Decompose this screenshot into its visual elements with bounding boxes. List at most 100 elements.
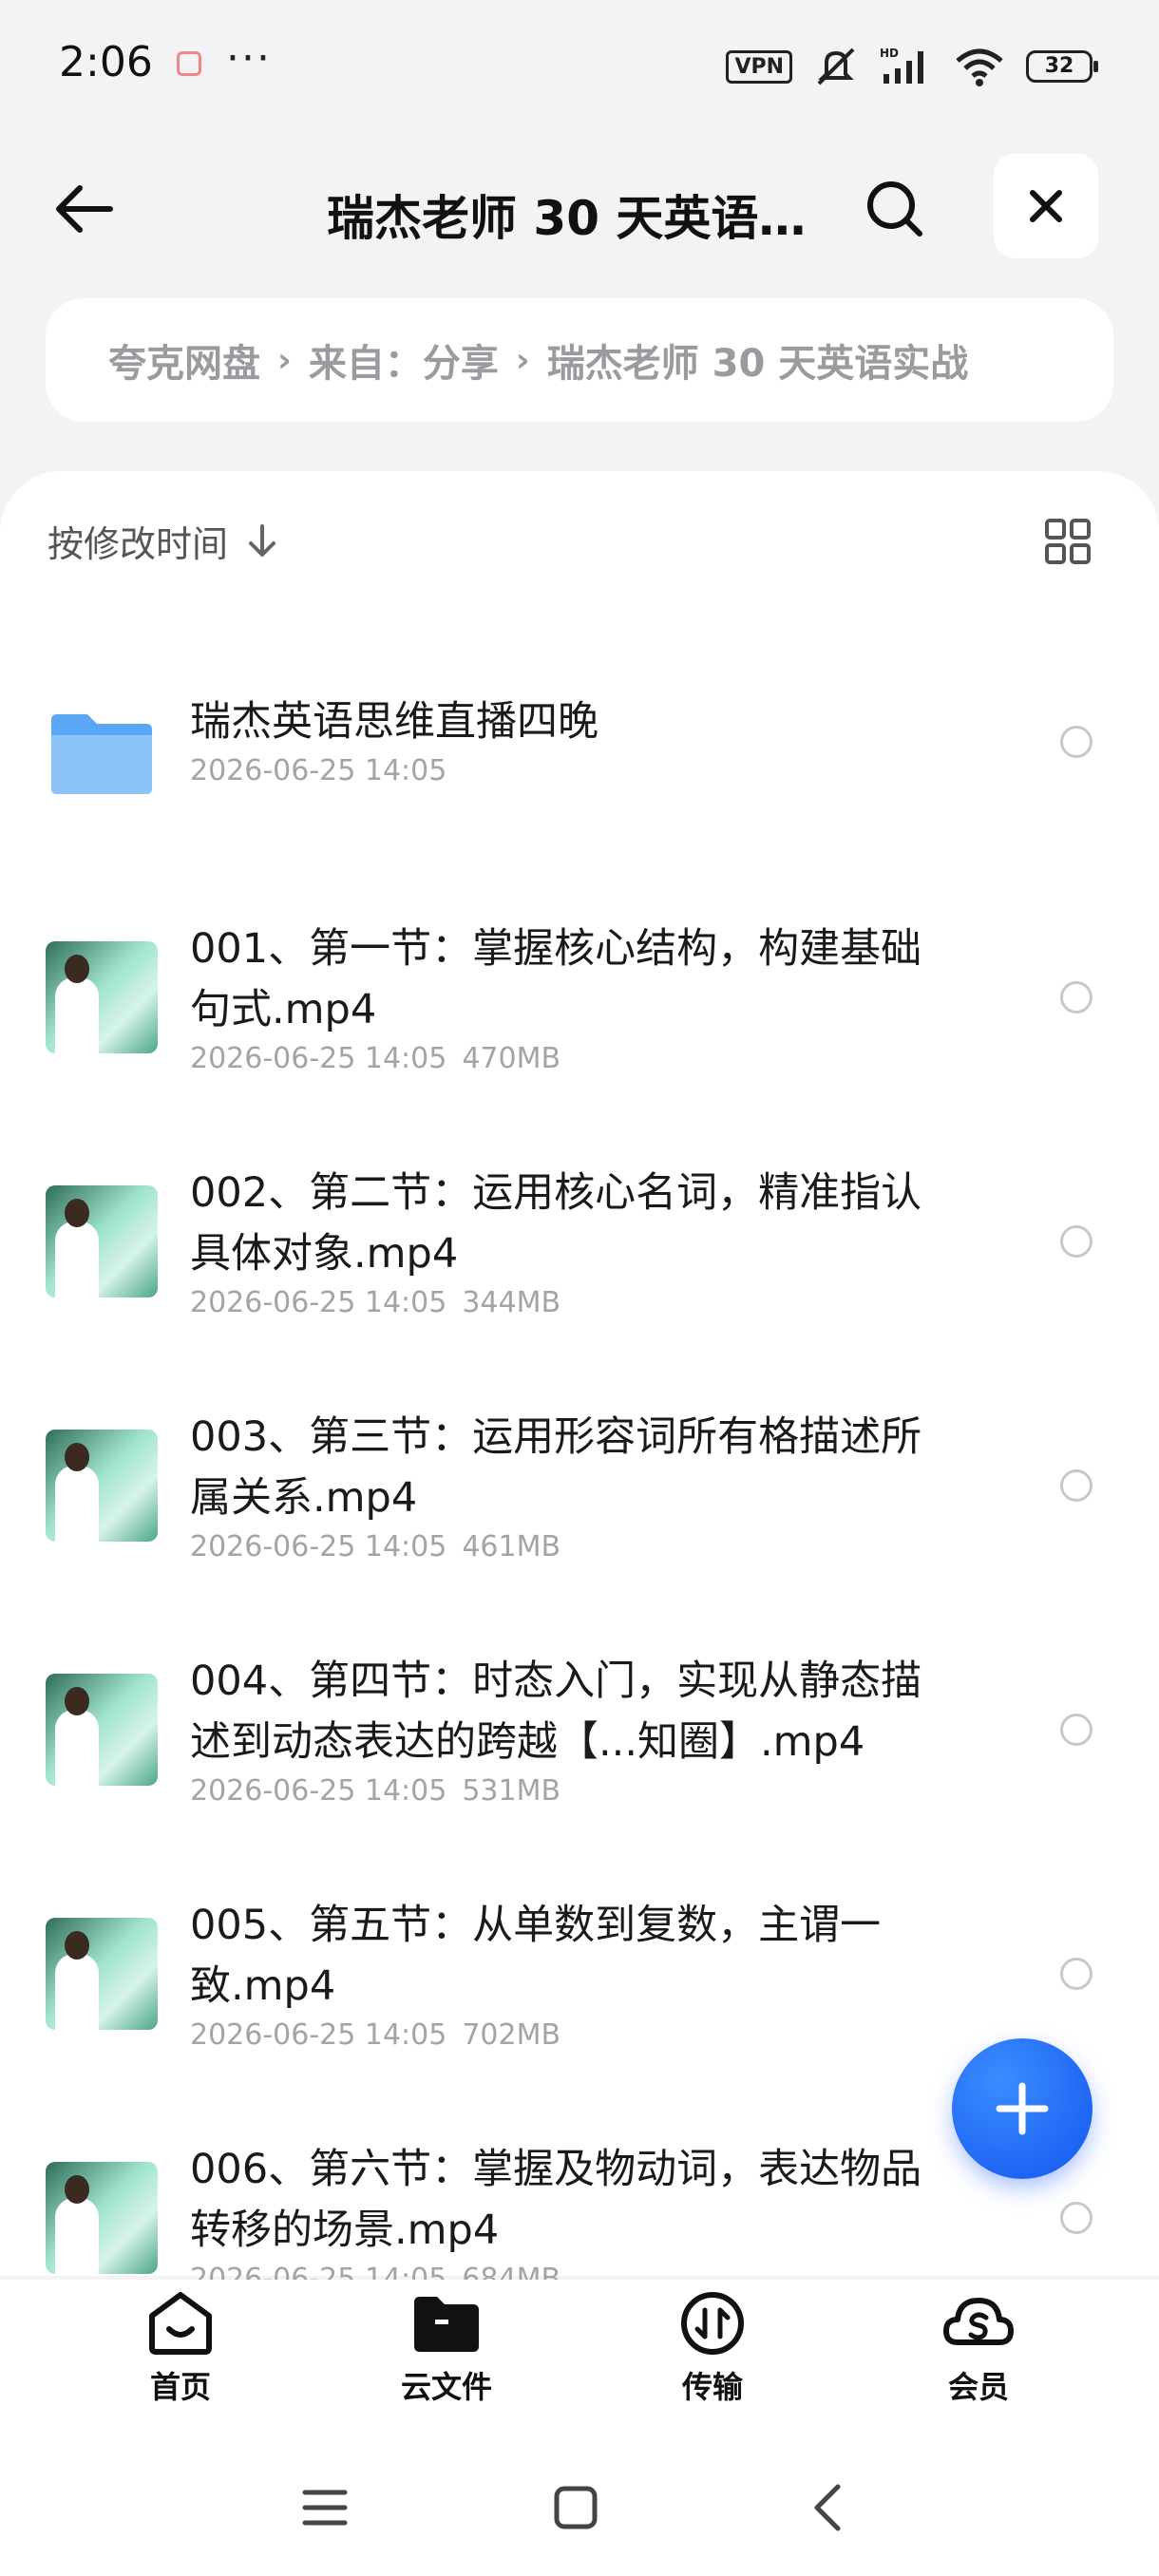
page-title: 瑞杰老师 30 天英语…	[327, 191, 807, 246]
video-thumbnail	[46, 2161, 158, 2274]
search-icon	[867, 181, 922, 237]
file-name: 001、第一节：掌握核心结构，构建基础句式.mp4	[190, 925, 922, 1033]
add-button[interactable]	[952, 2038, 1092, 2179]
file-size: 702MB	[462, 2018, 561, 2052]
sort-control[interactable]: 按修改时间	[48, 515, 279, 567]
arrow-down-icon	[249, 523, 276, 557]
file-meta: 2026-06-25 14:05 470MB	[190, 1042, 950, 1075]
breadcrumb-item-root[interactable]: 夸克网盘	[108, 332, 260, 388]
video-thumbnail	[46, 940, 158, 1053]
list-item[interactable]: 001、第一节：掌握核心结构，构建基础句式.mp4 2026-06-25 14:…	[0, 875, 1159, 1119]
file-date: 2026-06-25 14:05	[190, 754, 447, 787]
home-icon	[149, 2292, 212, 2355]
file-info: 001、第一节：掌握核心结构，构建基础句式.mp4 2026-06-25 14:…	[190, 875, 950, 1119]
chevron-right-icon: ›	[515, 340, 530, 380]
file-meta: 2026-06-25 14:05 531MB	[190, 1774, 950, 1808]
back-button[interactable]	[46, 171, 122, 247]
nav-label-member: 会员	[947, 2369, 1009, 2405]
status-time: 2:06	[59, 38, 153, 86]
close-button[interactable]	[994, 154, 1098, 258]
system-nav-bar	[0, 2441, 1159, 2576]
file-size: 531MB	[462, 1774, 561, 1808]
file-info: 005、第五节：从单数到复数，主谓一致.mp4 2026-06-25 14:05…	[190, 1851, 950, 2095]
file-panel: 按修改时间 瑞杰英语思维直播四晚 2026-06-25 14:05 001、第一…	[0, 471, 1159, 2296]
folder-filled-icon	[414, 2297, 479, 2352]
select-radio[interactable]	[1060, 2201, 1092, 2234]
file-name: 瑞杰英语思维直播四晚	[190, 698, 598, 746]
more-notifications-icon: ···	[226, 34, 272, 83]
nav-item-files[interactable]: 云文件	[314, 2280, 580, 2441]
file-date: 2026-06-25 14:05	[190, 1774, 447, 1808]
file-name: 005、第五节：从单数到复数，主谓一致.mp4	[190, 1902, 882, 2010]
file-date: 2026-06-25 14:05	[190, 1286, 447, 1319]
select-radio[interactable]	[1060, 980, 1092, 1013]
file-meta: 2026-06-25 14:05	[190, 754, 950, 787]
file-size: 470MB	[462, 1042, 561, 1075]
square-icon	[554, 2486, 598, 2529]
list-item[interactable]: 003、第三节：运用形容词所有格描述所属关系.mp4 2026-06-25 14…	[0, 1363, 1159, 1607]
mute-icon	[817, 47, 855, 85]
app-notification-icon	[177, 51, 201, 76]
file-name: 006、第六节：掌握及物动词，表达物品转移的场景.mp4	[190, 2146, 922, 2254]
sort-label: 按修改时间	[48, 523, 229, 565]
select-radio[interactable]	[1060, 725, 1092, 758]
select-radio[interactable]	[1060, 1468, 1092, 1502]
select-radio[interactable]	[1060, 1957, 1092, 1990]
list-item[interactable]: 瑞杰英语思维直播四晚 2026-06-25 14:05	[0, 631, 1159, 875]
chevron-left-icon	[814, 2484, 841, 2531]
nav-label-files: 云文件	[400, 2369, 492, 2405]
breadcrumb-item-share[interactable]: 来自：分享	[309, 332, 499, 388]
grid-view-button[interactable]	[1041, 515, 1094, 568]
arrow-left-icon	[56, 185, 113, 233]
breadcrumb: 夸克网盘 › 来自：分享 › 瑞杰老师 30 天英语实战	[46, 298, 1113, 422]
status-icons: VPN HD 32	[726, 46, 1098, 87]
chevron-right-icon: ›	[277, 340, 292, 380]
file-size: 461MB	[462, 1530, 561, 1563]
file-info: 瑞杰英语思维直播四晚 2026-06-25 14:05	[190, 617, 950, 862]
folder-icon	[46, 697, 158, 809]
video-thumbnail	[46, 1184, 158, 1297]
header: 瑞杰老师 30 天英语…	[0, 142, 1159, 266]
file-meta: 2026-06-25 14:05 344MB	[190, 1286, 950, 1319]
search-button[interactable]	[855, 169, 935, 249]
nav-label-transfer: 传输	[681, 2369, 743, 2405]
home-nav-button[interactable]	[547, 2479, 604, 2536]
grid-icon	[1045, 519, 1091, 564]
battery-icon: 32	[1026, 50, 1098, 83]
nav-item-transfer[interactable]: 传输	[580, 2280, 846, 2441]
video-thumbnail	[46, 1429, 158, 1542]
select-radio[interactable]	[1060, 1713, 1092, 1746]
nav-item-home[interactable]: 首页	[48, 2280, 314, 2441]
signal-icon: HD	[880, 47, 923, 84]
file-info: 003、第三节：运用形容词所有格描述所属关系.mp4 2026-06-25 14…	[190, 1363, 950, 1607]
status-bar: 2:06 ··· VPN HD 32	[0, 0, 1159, 133]
file-name: 003、第三节：运用形容词所有格描述所属关系.mp4	[190, 1413, 922, 1522]
video-thumbnail	[46, 1917, 158, 2030]
wifi-icon	[956, 48, 1003, 86]
cloud-member-icon	[943, 2298, 1014, 2345]
file-size: 344MB	[462, 1286, 561, 1319]
file-name: 004、第四节：时态入门，实现从静态描述到动态表达的跨越【...知圈】.mp4	[190, 1657, 922, 1766]
vpn-icon: VPN	[726, 49, 792, 84]
transfer-icon	[681, 2292, 744, 2355]
list-item[interactable]: 004、第四节：时态入门，实现从静态描述到动态表达的跨越【...知圈】.mp4 …	[0, 1607, 1159, 1851]
file-meta: 2026-06-25 14:05 461MB	[190, 1530, 950, 1563]
select-radio[interactable]	[1060, 1224, 1092, 1258]
file-date: 2026-06-25 14:05	[190, 1530, 447, 1563]
file-date: 2026-06-25 14:05	[190, 1042, 447, 1075]
file-name: 002、第二节：运用核心名词，精准指认具体对象.mp4	[190, 1169, 922, 1278]
list-item[interactable]: 002、第二节：运用核心名词，精准指认具体对象.mp4 2026-06-25 1…	[0, 1119, 1159, 1363]
svg-text:HD: HD	[880, 47, 899, 60]
menu-icon	[302, 2490, 348, 2526]
bottom-nav: 首页 云文件 传输 会员	[0, 2280, 1159, 2441]
nav-item-member[interactable]: 会员	[846, 2280, 1112, 2441]
breadcrumb-item-current: 瑞杰老师 30 天英语实战	[546, 342, 969, 386]
file-info: 002、第二节：运用核心名词，精准指认具体对象.mp4 2026-06-25 1…	[190, 1119, 950, 1363]
back-nav-button[interactable]	[798, 2479, 855, 2536]
file-info: 004、第四节：时态入门，实现从静态描述到动态表达的跨越【...知圈】.mp4 …	[190, 1607, 950, 1851]
file-date: 2026-06-25 14:05	[190, 2018, 447, 2052]
close-icon	[1030, 190, 1062, 222]
plus-icon	[996, 2082, 1049, 2135]
menu-button[interactable]	[296, 2479, 353, 2536]
file-meta: 2026-06-25 14:05 702MB	[190, 2018, 950, 2052]
